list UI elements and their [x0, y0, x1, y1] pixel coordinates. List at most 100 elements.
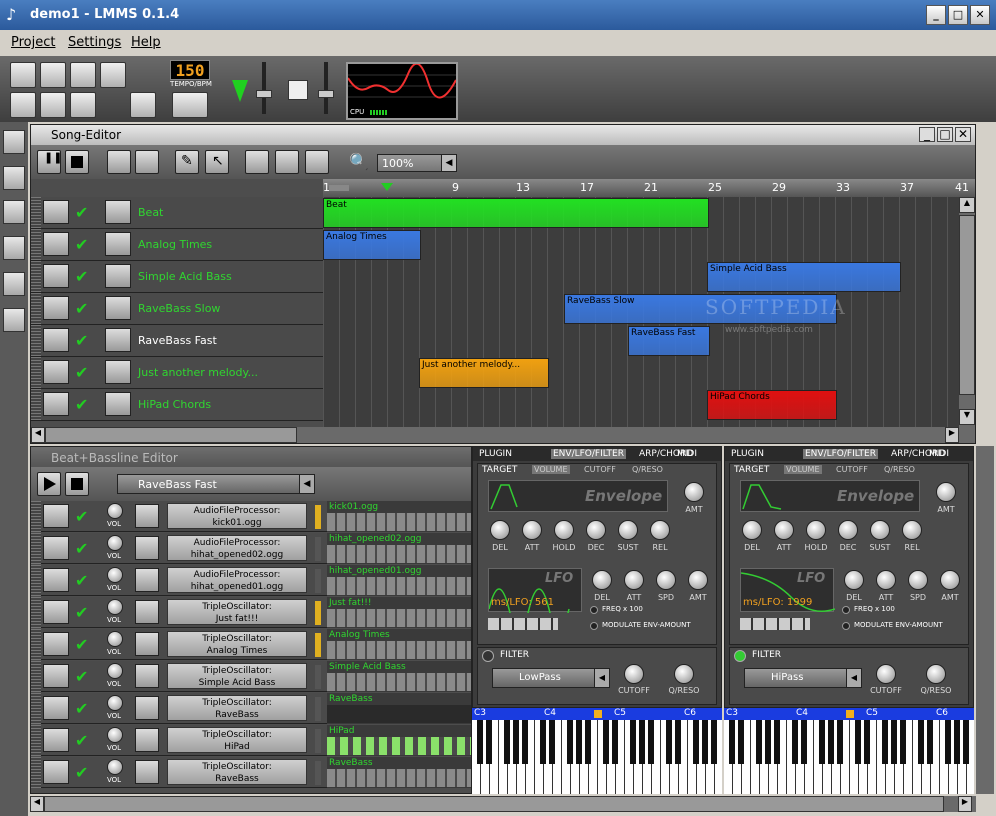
- bb-track-grip[interactable]: [31, 661, 41, 692]
- instrument-button[interactable]: TripleOscillator: RaveBass: [167, 759, 307, 785]
- volume-knob[interactable]: [107, 695, 123, 711]
- step-buttons[interactable]: [327, 609, 471, 627]
- env-knob[interactable]: [618, 520, 638, 540]
- workspace-scroll-thumb[interactable]: [44, 796, 944, 812]
- piano-roll-toggle[interactable]: [70, 92, 96, 118]
- song-editor-toggle[interactable]: [10, 92, 36, 118]
- black-key[interactable]: [630, 720, 636, 764]
- black-key[interactable]: [522, 720, 528, 764]
- track-name[interactable]: Beat: [138, 206, 163, 219]
- bb-mute-checkmark-icon[interactable]: ✔: [75, 539, 88, 558]
- instrument-button[interactable]: AudioFileProcessor: kick01.ogg: [167, 503, 307, 529]
- sidebar-samples-icon[interactable]: [3, 200, 25, 224]
- step-buttons[interactable]: [327, 673, 471, 691]
- black-key[interactable]: [918, 720, 924, 764]
- master-pitch-slider[interactable]: [288, 62, 334, 114]
- black-key[interactable]: [801, 720, 807, 764]
- sidebar-plugins-icon[interactable]: [3, 130, 25, 154]
- menu-settings[interactable]: Settings: [68, 35, 121, 50]
- lfo-shape-buttons[interactable]: [488, 618, 558, 630]
- bb-track-actions-icon[interactable]: [43, 760, 69, 784]
- filter-knob[interactable]: [876, 664, 896, 684]
- export-button[interactable]: [100, 62, 126, 88]
- black-key[interactable]: [927, 720, 933, 764]
- filter-type-select[interactable]: LowPass: [492, 668, 610, 688]
- step-buttons[interactable]: [327, 577, 471, 595]
- black-key[interactable]: [765, 720, 771, 764]
- target-subtab[interactable]: VOLUME: [532, 465, 570, 474]
- step-buttons[interactable]: [327, 705, 471, 723]
- env-knob[interactable]: [870, 520, 890, 540]
- bb-track-actions-icon[interactable]: [43, 632, 69, 656]
- black-key[interactable]: [549, 720, 555, 764]
- black-key[interactable]: [954, 720, 960, 764]
- scroll-left-icon[interactable]: ◀: [31, 427, 45, 443]
- filter-knob[interactable]: [926, 664, 946, 684]
- bb-pattern[interactable]: hihat_opened01.ogg: [327, 565, 471, 596]
- bb-track-grip[interactable]: [31, 693, 41, 724]
- bb-track-actions-icon[interactable]: [43, 600, 69, 624]
- filter-enable-led[interactable]: [734, 650, 746, 662]
- env-knob[interactable]: [650, 520, 670, 540]
- step-buttons[interactable]: [327, 641, 471, 659]
- piano-icon[interactable]: [135, 632, 159, 656]
- play-button[interactable]: [245, 150, 269, 174]
- bb-track-actions-icon[interactable]: [43, 696, 69, 720]
- env-knob[interactable]: [554, 520, 574, 540]
- scroll-right-icon[interactable]: ▶: [945, 427, 959, 443]
- track-name[interactable]: RaveBass Slow: [138, 302, 220, 315]
- track-mute-checkmark-icon[interactable]: ✔: [75, 395, 88, 414]
- env-knob[interactable]: [806, 520, 826, 540]
- black-key[interactable]: [666, 720, 672, 764]
- track-actions-icon[interactable]: [43, 296, 69, 320]
- close-button[interactable]: ✕: [970, 5, 990, 25]
- filter-dropdown-icon[interactable]: ◀: [846, 668, 862, 688]
- menu-project[interactable]: Project: [11, 35, 55, 50]
- track-actions-icon[interactable]: [43, 392, 69, 416]
- instrument-button[interactable]: TripleOscillator: Simple Acid Bass: [167, 663, 307, 689]
- bb-track-select[interactable]: RaveBass Fast: [117, 474, 315, 494]
- playhead-marker[interactable]: [381, 183, 393, 191]
- inst-tab[interactable]: PLUGIN: [731, 449, 764, 459]
- env-knob[interactable]: [902, 520, 922, 540]
- sidebar-projects-icon[interactable]: [3, 166, 25, 190]
- song-editor-close[interactable]: ✕: [955, 127, 971, 142]
- env-amt-knob[interactable]: [684, 482, 704, 502]
- volume-knob[interactable]: [107, 567, 123, 583]
- draw-mode-button[interactable]: ✎: [175, 150, 199, 174]
- env-knob[interactable]: [838, 520, 858, 540]
- bb-track-grip[interactable]: [31, 565, 41, 596]
- piano-icon[interactable]: [135, 600, 159, 624]
- bb-pattern[interactable]: HiPad: [327, 725, 471, 756]
- volume-knob[interactable]: [107, 503, 123, 519]
- loop-button[interactable]: [305, 150, 329, 174]
- track-name[interactable]: Just another melody...: [138, 366, 258, 379]
- track-actions-icon[interactable]: [43, 328, 69, 352]
- env-knob[interactable]: [586, 520, 606, 540]
- sidebar-presets-icon[interactable]: [3, 236, 25, 260]
- stop-button[interactable]: [65, 150, 89, 174]
- tempo-display[interactable]: 150: [170, 60, 210, 80]
- black-key[interactable]: [882, 720, 888, 764]
- track-name[interactable]: Simple Acid Bass: [138, 270, 232, 283]
- piano-icon[interactable]: [135, 504, 159, 528]
- zoom-dropdown-icon[interactable]: ◀: [441, 154, 457, 172]
- freq-x100-checkbox[interactable]: [842, 606, 850, 614]
- black-key[interactable]: [477, 720, 483, 764]
- volume-knob[interactable]: [107, 535, 123, 551]
- edit-mode-button[interactable]: ↖: [205, 150, 229, 174]
- save-project-button[interactable]: [70, 62, 96, 88]
- black-key[interactable]: [900, 720, 906, 764]
- workspace-vscrollbar[interactable]: [976, 446, 994, 794]
- bb-track-actions-icon[interactable]: [43, 504, 69, 528]
- black-key[interactable]: [756, 720, 762, 764]
- bb-mute-checkmark-icon[interactable]: ✔: [75, 635, 88, 654]
- piano-icon[interactable]: [135, 696, 159, 720]
- bb-pattern[interactable]: Simple Acid Bass: [327, 661, 471, 692]
- piano-icon[interactable]: [135, 664, 159, 688]
- new-project-button[interactable]: [10, 62, 36, 88]
- segment-just-another-melody[interactable]: Just another melody...: [419, 358, 549, 388]
- piano-keyboard-1[interactable]: C3 C4 C5 C6: [472, 708, 722, 794]
- song-vertical-scrollbar[interactable]: ▲ ▼: [959, 197, 975, 427]
- song-editor-maximize[interactable]: □: [937, 127, 953, 142]
